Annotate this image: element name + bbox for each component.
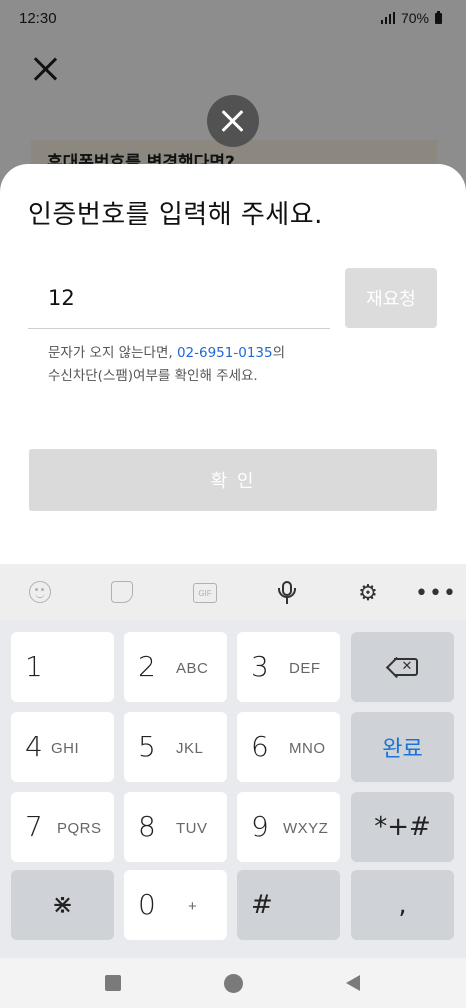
more-icon[interactable]: ••• [415,581,456,606]
verification-sheet: 인증번호를 입력해 주세요. 재요청 문자가 오지 않는다면, 02-6951-… [0,164,466,564]
help-suffix: 의 [272,345,286,361]
mic-icon[interactable] [276,581,300,605]
home-icon[interactable] [224,974,243,993]
signal-icon [380,12,395,24]
verification-code-input[interactable] [28,267,330,329]
sticker-icon[interactable] [111,581,133,603]
sheet-title: 인증번호를 입력해 주세요. [28,200,323,230]
status-time: 12:30 [19,10,57,27]
recent-apps-icon[interactable] [105,975,121,991]
navigation-bar [0,958,466,1008]
gif-icon[interactable]: GIF [193,583,217,603]
resend-button[interactable]: 재요청 [345,268,437,328]
confirm-button[interactable]: 확 인 [29,449,437,511]
status-bar: 12:30 70% [0,0,466,36]
numeric-keyboard: GIF ⚙ ••• 1 2 ABC 3 DEF ✕ 4 GHI 5 JKL 6 MNO 완… [0,564,466,958]
background-close-icon[interactable] [32,56,58,82]
key-2[interactable]: 2 ABC [124,632,227,702]
backspace-key[interactable]: ✕ [351,632,454,702]
help-line-2: 수신차단(스팸)여부를 확인해 주세요. [48,368,258,384]
gear-icon[interactable]: ⚙ [356,581,380,606]
emoji-icon[interactable] [29,581,51,603]
key-8[interactable]: 8 TUV [124,792,227,862]
done-key[interactable]: 완료 [351,712,454,782]
backspace-icon: ✕ [385,656,418,679]
key-0[interactable]: 0 + [124,870,227,940]
status-indicators: 70% [380,10,442,26]
key-4[interactable]: 4 GHI [11,712,114,782]
symbols-key[interactable]: *+# [351,792,454,862]
battery-percent: 70% [400,10,429,26]
close-sheet-button[interactable] [207,95,259,147]
back-icon[interactable] [346,975,360,991]
key-3[interactable]: 3 DEF [237,632,340,702]
key-6[interactable]: 6 MNO [237,712,340,782]
key-7[interactable]: 7 PQRS [11,792,114,862]
help-text: 문자가 오지 않는다면, 02-6951-0135의 수신차단(스팸)여부를 확… [48,342,368,388]
hash-key[interactable]: # [237,870,340,940]
phone-number-link[interactable]: 02-6951-0135 [177,345,273,361]
keyboard-toolbar: GIF ⚙ ••• [0,564,466,620]
star-key[interactable]: ⋇ [11,870,114,940]
key-9[interactable]: 9 WXYZ [237,792,340,862]
key-5[interactable]: 5 JKL [124,712,227,782]
key-1[interactable]: 1 [11,632,114,702]
help-prefix: 문자가 오지 않는다면, [48,345,177,361]
comma-key[interactable]: , [351,870,454,940]
battery-icon [435,10,442,24]
